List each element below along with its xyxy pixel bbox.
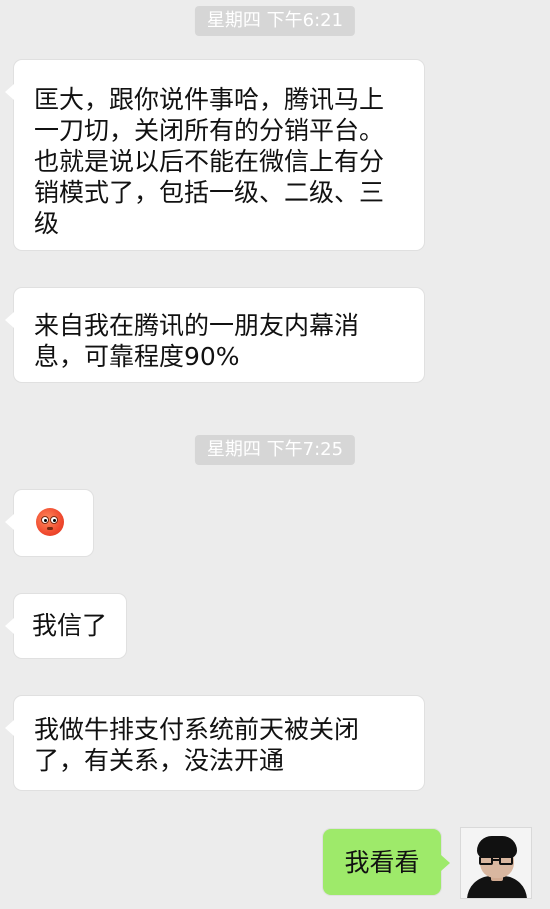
incoming-message[interactable]: 匡大，跟你说件事哈，腾讯马上一刀切，关闭所有的分销平台。也就是说以后不能在微信上… [5,60,424,250]
flushed-face-emoji-icon [36,508,64,536]
message-text: 我做牛排支付系统前天被关闭了，有关系，没法开通 [34,715,360,775]
user-avatar[interactable] [460,827,532,899]
outgoing-message[interactable]: 我看看 [323,829,450,895]
message-text: 来自我在腾讯的一朋友内幕消息，可靠程度90% [34,311,360,371]
message-text: 我看看 [344,848,420,877]
glasses-icon [479,856,515,866]
timestamp: 星期四 下午7:25 [194,435,356,465]
timestamp: 星期四 下午6:21 [194,6,356,36]
incoming-message[interactable]: 我做牛排支付系统前天被关闭了，有关系，没法开通 [5,696,424,790]
chat-view: 星期四 下午6:21 匡大，跟你说件事哈，腾讯马上一刀切，关闭所有的分销平台。也… [0,0,550,909]
message-text: 我信了 [32,611,108,640]
incoming-message[interactable]: 我信了 [5,594,126,658]
avatar-hair [477,836,517,858]
incoming-emoji-message[interactable] [5,490,93,556]
message-text: 匡大，跟你说件事哈，腾讯马上一刀切，关闭所有的分销平台。也就是说以后不能在微信上… [34,85,385,238]
incoming-message[interactable]: 来自我在腾讯的一朋友内幕消息，可靠程度90% [5,288,424,382]
